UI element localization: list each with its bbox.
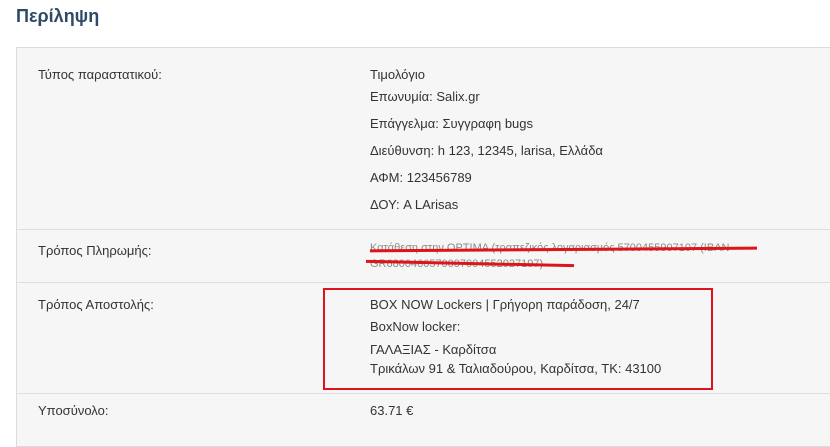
payment-method-label: Τρόπος Πληρωμής:: [38, 243, 152, 258]
subtotal-value: 63.71 €: [370, 403, 414, 418]
row-divider: [16, 393, 830, 394]
annotation-highlight-box: [323, 288, 713, 390]
page-title: Περίληψη: [16, 6, 100, 26]
company-name: Επωνυμία: Salix.gr: [370, 89, 480, 104]
document-type-value: Τιμολόγιο: [370, 67, 425, 82]
shipping-method-label: Τρόπος Αποστολής:: [38, 297, 154, 312]
row-divider: [16, 229, 830, 230]
document-type-label: Τύπος παραστατικού:: [38, 67, 162, 82]
row-divider: [16, 282, 830, 283]
company-vat-number: ΑΦΜ: 123456789: [370, 170, 472, 185]
company-address: Διεύθυνση: h 123, 12345, larisa, Ελλάδα: [370, 143, 603, 158]
company-tax-office: ΔΟΥ: A LArisas: [370, 197, 459, 212]
subtotal-label: Υποσύνολο:: [38, 403, 109, 418]
company-profession: Επάγγελμα: Συγγραφη bugs: [370, 116, 534, 131]
